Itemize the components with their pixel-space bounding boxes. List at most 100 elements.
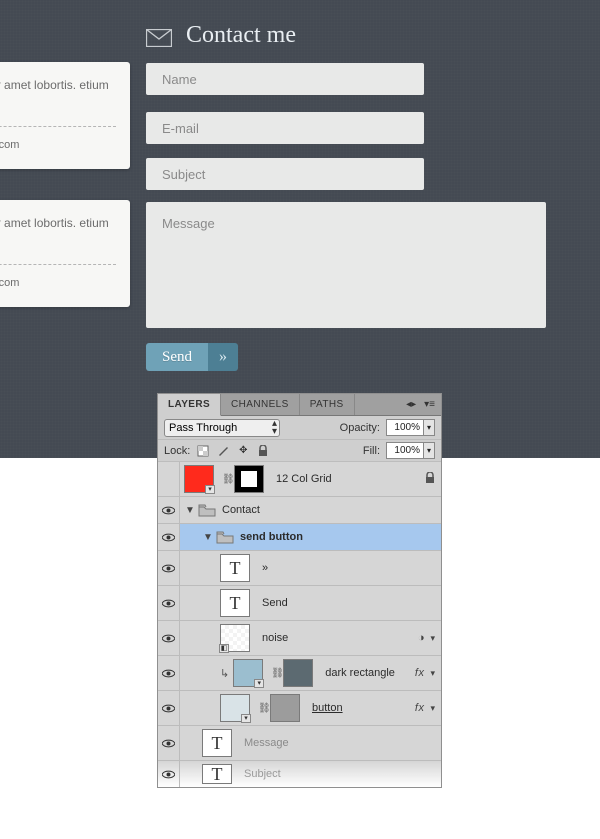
layer-row-noise[interactable]: ◧ noise ◑ ▾ — [158, 621, 441, 656]
card-body: pia nostra, per amet lobortis. etium pla… — [0, 214, 116, 252]
name-input[interactable] — [146, 63, 424, 95]
lock-pixels-icon[interactable] — [216, 444, 230, 458]
caret-down-icon: ▾ — [424, 419, 435, 436]
visibility-toggle[interactable] — [158, 621, 180, 655]
layer-name: button — [312, 702, 343, 714]
layer-row-send-button-group[interactable]: ▼ send button — [158, 524, 441, 551]
layer-name: Subject — [244, 768, 281, 780]
disclosure-triangle-icon[interactable]: ▼ — [184, 505, 196, 516]
layer-row-send-text[interactable]: T Send — [158, 586, 441, 621]
lock-fill-row: Lock: ✥ Fill: 100% ▾ — [158, 440, 441, 462]
tab-paths[interactable]: PATHS — [300, 394, 355, 415]
caret-down-icon[interactable]: ▾ — [430, 668, 435, 679]
card-link[interactable]: design-instruct.com — [0, 275, 116, 293]
eye-icon — [162, 533, 175, 542]
contact-heading: Contact me — [146, 22, 296, 49]
panel-tab-bar: LAYERS CHANNELS PATHS ◂▸ ▾≡ — [158, 394, 441, 416]
eye-icon — [162, 669, 175, 678]
card-body: pia nostra, per amet lobortis. etium pla… — [0, 76, 116, 114]
card-divider — [0, 264, 116, 265]
photoshop-layers-panel: LAYERS CHANNELS PATHS ◂▸ ▾≡ Pass Through… — [157, 393, 442, 788]
blend-mode-select[interactable]: Pass Through — [164, 419, 280, 437]
message-textarea[interactable] — [146, 202, 546, 328]
eye-icon — [162, 506, 175, 515]
visibility-toggle[interactable] — [158, 691, 180, 725]
layer-name: 12 Col Grid — [276, 473, 332, 485]
type-layer-thumbnail: T — [202, 764, 232, 784]
fx-badge: fx — [415, 667, 425, 679]
eye-icon — [162, 564, 175, 573]
smart-object-icon: ◑ — [418, 632, 425, 644]
visibility-toggle[interactable] — [158, 462, 180, 496]
lock-transparent-icon[interactable] — [196, 444, 210, 458]
contact-heading-text: Contact me — [186, 22, 296, 49]
fx-badge: fx — [415, 702, 425, 714]
layer-name: noise — [262, 632, 288, 644]
sidebar-card-2: pia nostra, per amet lobortis. etium pla… — [0, 200, 130, 307]
layer-list: ▾ ⛓ 12 Col Grid ▼ Contact — [158, 462, 441, 787]
type-layer-thumbnail: T — [220, 589, 250, 617]
type-layer-thumbnail: T — [220, 554, 250, 582]
type-layer-thumbnail: T — [202, 729, 232, 757]
layer-thumbnail: ◧ — [220, 624, 250, 652]
panel-menu-icon[interactable]: ▾≡ — [424, 399, 435, 410]
layer-name: Contact — [222, 504, 260, 516]
visibility-toggle[interactable] — [158, 761, 180, 787]
layer-row-contact-group[interactable]: ▼ Contact — [158, 497, 441, 524]
caret-down-icon: ▾ — [424, 442, 435, 459]
send-button-label: Send — [146, 343, 208, 371]
lock-label: Lock: — [164, 445, 190, 457]
vector-mask-thumbnail — [283, 659, 313, 687]
layer-row-subject-text[interactable]: T Subject — [158, 761, 441, 787]
caret-down-icon[interactable]: ▾ — [430, 703, 435, 714]
send-button[interactable]: Send » — [146, 343, 238, 371]
opacity-input[interactable]: 100% ▾ — [386, 419, 435, 436]
eye-icon — [162, 739, 175, 748]
visibility-toggle[interactable] — [158, 656, 180, 690]
link-icon: ⛓ — [258, 703, 266, 714]
visibility-toggle[interactable] — [158, 586, 180, 620]
caret-down-icon[interactable]: ▾ — [430, 633, 435, 644]
eye-icon — [162, 634, 175, 643]
layer-row-dark-rectangle[interactable]: ↳ ▾ ⛓ dark rectangle fx ▾ — [158, 656, 441, 691]
eye-icon — [162, 599, 175, 608]
lock-all-icon[interactable] — [256, 444, 270, 458]
layer-row-button[interactable]: ▾ ⛓ button fx ▾ — [158, 691, 441, 726]
double-chevron-right-icon: » — [208, 343, 238, 371]
eye-icon — [162, 770, 175, 779]
eye-icon — [162, 704, 175, 713]
tab-channels[interactable]: CHANNELS — [221, 394, 300, 415]
sidebar-card-1: pia nostra, per amet lobortis. etium pla… — [0, 62, 130, 169]
lock-position-icon[interactable]: ✥ — [236, 444, 250, 458]
disclosure-triangle-icon[interactable]: ▼ — [202, 532, 214, 543]
layer-thumbnail: ▾ — [220, 694, 250, 722]
layer-row-arrow-text[interactable]: T » — [158, 551, 441, 586]
fill-input[interactable]: 100% ▾ — [386, 442, 435, 459]
fill-label: Fill: — [363, 445, 380, 457]
layer-name: » — [262, 562, 268, 574]
card-divider — [0, 126, 116, 127]
layer-row-message-text[interactable]: T Message — [158, 726, 441, 761]
blend-opacity-row: Pass Through ▴▾ Opacity: 100% ▾ — [158, 416, 441, 440]
layer-name: dark rectangle — [325, 667, 395, 679]
visibility-toggle[interactable] — [158, 524, 180, 550]
layer-name: Send — [262, 597, 288, 609]
visibility-toggle[interactable] — [158, 497, 180, 523]
folder-icon — [216, 530, 234, 544]
vector-mask-thumbnail — [270, 694, 300, 722]
link-icon: ⛓ — [271, 668, 279, 679]
visibility-toggle[interactable] — [158, 726, 180, 760]
layer-row-grid[interactable]: ▾ ⛓ 12 Col Grid — [158, 462, 441, 497]
visibility-toggle[interactable] — [158, 551, 180, 585]
layer-mask-thumbnail — [234, 465, 264, 493]
mail-icon — [146, 27, 172, 45]
panel-collapse-icon[interactable]: ◂▸ — [406, 399, 416, 410]
layer-thumbnail: ▾ — [184, 465, 214, 493]
email-input[interactable] — [146, 112, 424, 144]
subject-input[interactable] — [146, 158, 424, 190]
layer-thumbnail: ▾ — [233, 659, 263, 687]
lock-icon — [425, 472, 435, 487]
card-link[interactable]: design-instruct.com — [0, 137, 116, 155]
folder-icon — [198, 503, 216, 517]
tab-layers[interactable]: LAYERS — [158, 394, 221, 416]
